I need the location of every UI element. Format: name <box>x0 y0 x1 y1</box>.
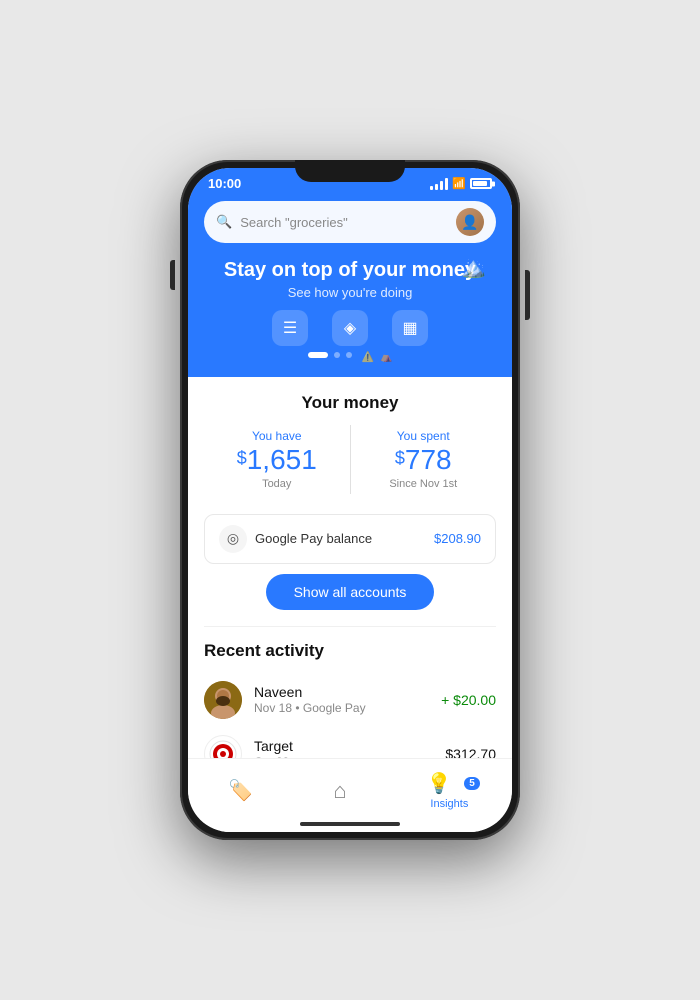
home-indicator <box>188 818 512 832</box>
balance-amount: $208.90 <box>434 531 481 546</box>
insights-icon-wrap: 💡 5 <box>427 771 472 796</box>
phone-screen: 10:00 📶 🔍 Search "groceries" <box>188 168 512 832</box>
balance-name: Google Pay balance <box>255 531 372 546</box>
chart-icon: ▦ <box>392 310 428 346</box>
chart-icon-item[interactable]: ▦ <box>392 310 428 346</box>
phone-notch <box>295 160 405 182</box>
insights-badge: 5 <box>464 777 480 790</box>
naveen-detail: Nov 18 • Google Pay <box>254 701 429 715</box>
you-have-stat: You have $1,651 Today <box>204 425 351 494</box>
dot-2 <box>334 352 340 358</box>
content-area: Your money You have $1,651 Today You spe… <box>188 377 512 758</box>
transactions-icon-item[interactable]: ☰ <box>272 310 308 346</box>
home-bar <box>300 822 400 826</box>
search-icon: 🔍 <box>216 214 232 230</box>
naveen-name: Naveen <box>254 684 429 700</box>
icons-row: ☰ ◈ ▦ <box>204 300 496 352</box>
phone-frame: 10:00 📶 🔍 Search "groceries" <box>180 160 520 840</box>
recent-activity-title: Recent activity <box>204 641 496 661</box>
insights-icon: 💡 <box>427 773 452 795</box>
deals-nav-item[interactable]: 🏷️ <box>208 774 273 807</box>
hero-title: Stay on top of your money <box>204 259 496 282</box>
hero-subtitle: See how you're doing <box>204 285 496 300</box>
gpay-icon: ◎ <box>219 525 247 553</box>
activity-item-target[interactable]: Target Oct 29 $312.70 <box>204 727 496 758</box>
bottom-nav: 🏷️ ⌂ 💡 5 Insights <box>188 758 512 818</box>
you-have-amount: $1,651 <box>204 445 350 476</box>
target-info: Target Oct 29 <box>254 738 433 758</box>
your-money-section: Your money You have $1,651 Today You spe… <box>188 393 512 506</box>
you-spent-amount: $778 <box>351 445 497 476</box>
hero-illustration: 🏔️ <box>461 255 486 280</box>
you-have-sublabel: Today <box>204 478 350 490</box>
search-bar[interactable]: 🔍 Search "groceries" 👤 <box>204 201 496 243</box>
naveen-amount: + $20.00 <box>441 692 496 708</box>
user-avatar: 👤 <box>456 208 484 236</box>
signal-icon <box>430 178 448 190</box>
show-accounts-button[interactable]: Show all accounts <box>266 574 435 610</box>
hero-section: 🏔️ Stay on top of your money See how you… <box>204 255 496 377</box>
activity-item-naveen[interactable]: Naveen Nov 18 • Google Pay + $20.00 <box>204 673 496 727</box>
status-icons: 📶 <box>430 177 492 190</box>
you-spent-label: You spent <box>351 429 497 443</box>
status-time: 10:00 <box>208 176 241 191</box>
wifi-icon: 📶 <box>452 177 466 190</box>
you-spent-dollar: $ <box>395 449 405 469</box>
target-logo-svg <box>209 740 237 758</box>
recent-activity-section: Recent activity <box>188 627 512 758</box>
insights-label: Insights <box>430 798 468 810</box>
you-have-label: You have <box>204 429 350 443</box>
deals-icon: 🏷️ <box>228 778 253 803</box>
naveen-face-svg <box>204 681 242 719</box>
your-money-title: Your money <box>204 393 496 413</box>
home-nav-item[interactable]: ⌂ <box>313 774 366 808</box>
target-amount: $312.70 <box>445 746 496 758</box>
you-spent-sublabel: Since Nov 1st <box>351 478 497 490</box>
battery-icon <box>470 178 492 189</box>
balance-left: ◎ Google Pay balance <box>219 525 372 553</box>
balance-row[interactable]: ◎ Google Pay balance $208.90 <box>204 514 496 564</box>
insights-nav-item[interactable]: 💡 5 Insights <box>407 767 492 814</box>
you-have-dollar: $ <box>237 449 247 469</box>
budget-icon: ◈ <box>332 310 368 346</box>
avatar[interactable]: 👤 <box>456 208 484 236</box>
target-name: Target <box>254 738 433 754</box>
transactions-icon: ☰ <box>272 310 308 346</box>
budget-icon-item[interactable]: ◈ <box>332 310 368 346</box>
naveen-info: Naveen Nov 18 • Google Pay <box>254 684 429 715</box>
search-placeholder: Search "groceries" <box>240 215 448 230</box>
target-avatar <box>204 735 242 758</box>
carousel-dots: ⚠️ ⛺ <box>204 352 496 369</box>
dot-3 <box>346 352 352 358</box>
home-icon: ⌂ <box>333 778 346 804</box>
dot-1 <box>308 352 328 358</box>
money-stats: You have $1,651 Today You spent $778 Sin… <box>204 425 496 494</box>
you-spent-stat: You spent $778 Since Nov 1st <box>351 425 497 494</box>
naveen-face-icon <box>204 681 242 719</box>
header-area: 🔍 Search "groceries" 👤 🏔️ Stay on top of… <box>188 195 512 377</box>
naveen-avatar <box>204 681 242 719</box>
